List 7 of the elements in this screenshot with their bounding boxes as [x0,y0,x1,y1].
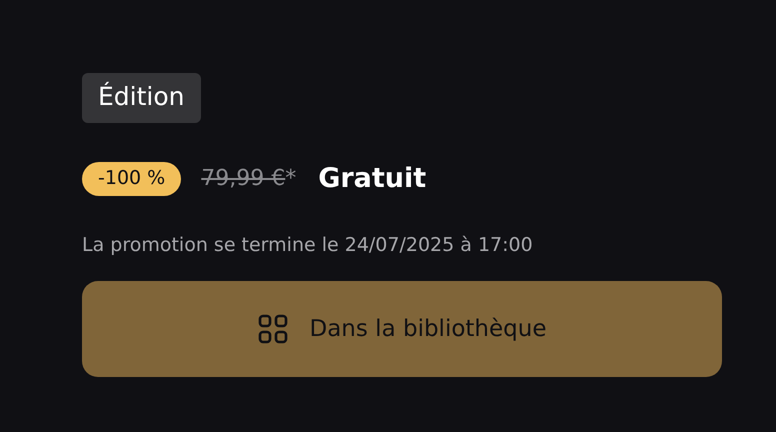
grid-icon [258,314,288,344]
footnote-mark: * [285,165,296,194]
edition-tag: Édition [82,73,200,123]
discount-badge: -100 % [82,162,182,196]
promotion-end-text: La promotion se termine le 24/07/2025 à 17:00 [82,232,534,258]
original-price: 79,99 € [201,165,286,194]
current-price: Gratuit [318,162,426,196]
